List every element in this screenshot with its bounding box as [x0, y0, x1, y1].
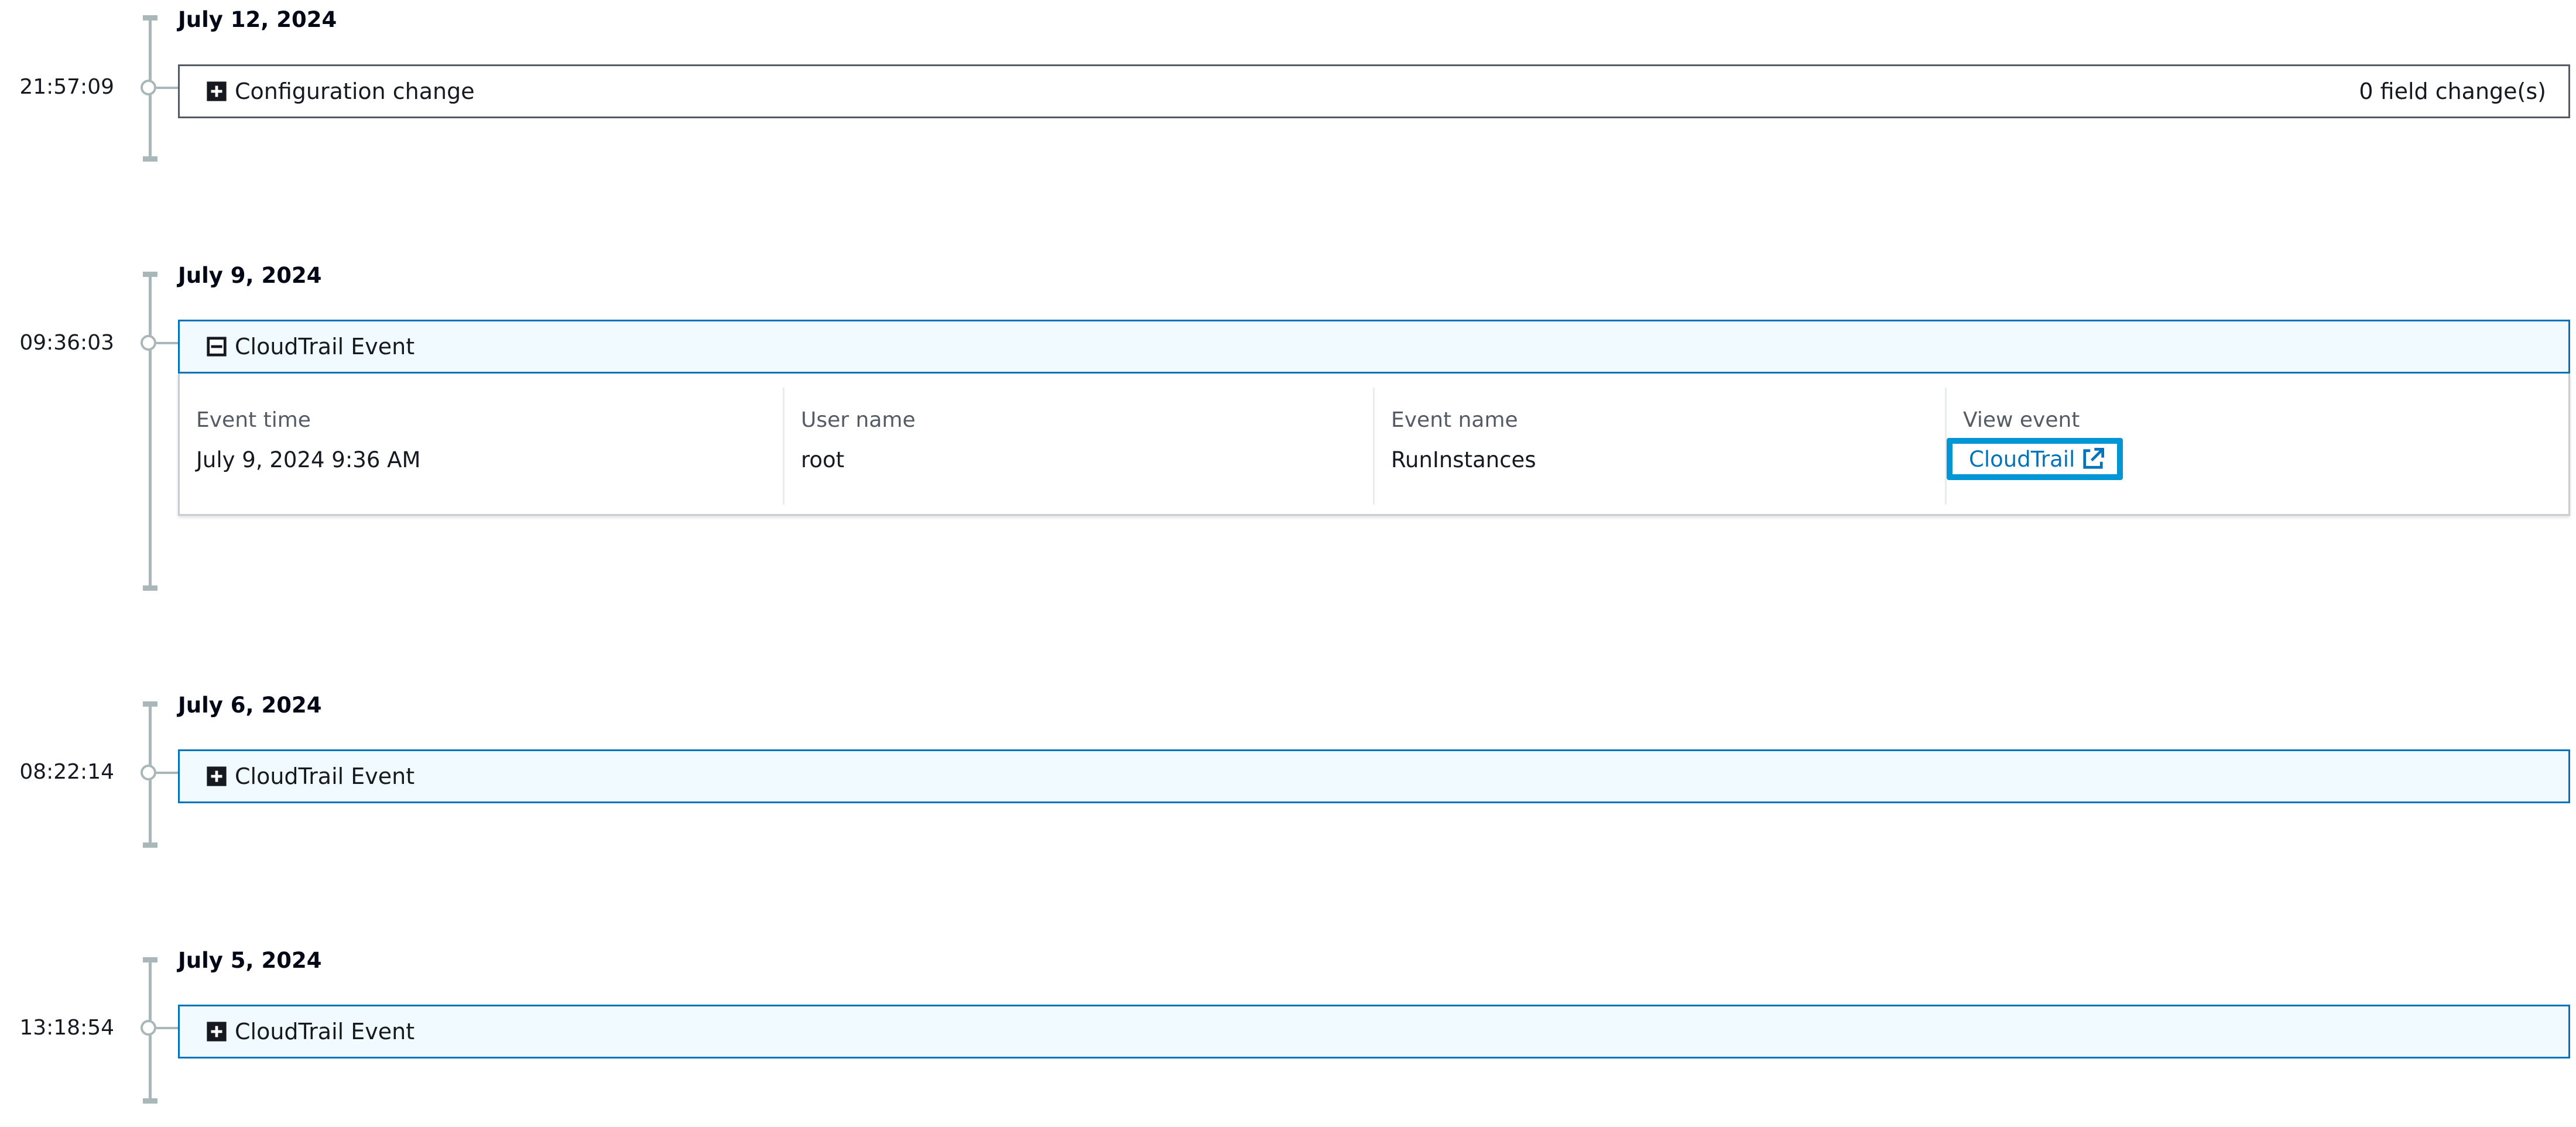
event-time-label: Event time: [196, 408, 311, 432]
timeline-date: July 5, 2024: [178, 948, 322, 973]
event-time: 13:18:54: [19, 1016, 114, 1040]
timeline-date: July 9, 2024: [178, 263, 322, 288]
timeline-end-tick: [143, 585, 157, 591]
event-time-column: Event time July 9, 2024 9:36 AM: [180, 388, 783, 505]
external-link-icon: [2083, 448, 2105, 469]
cloudtrail-event-header[interactable]: CloudTrail Event: [178, 749, 2570, 803]
view-event-column: View event CloudTrail: [1945, 388, 2567, 505]
event-time: 08:22:14: [19, 760, 114, 784]
event-type-label: Configuration change: [235, 78, 475, 104]
timeline-node: [141, 335, 156, 351]
collapse-icon[interactable]: [205, 335, 228, 358]
user-name-column: User name root: [783, 388, 1373, 505]
cloudtrail-link-text: CloudTrail: [1969, 446, 2075, 472]
event-details-panel: Event time July 9, 2024 9:36 AM User nam…: [178, 374, 2570, 516]
timeline-connector: [156, 772, 178, 774]
timeline-line: [149, 272, 152, 591]
expand-icon[interactable]: [205, 1020, 228, 1043]
event-type-label: CloudTrail Event: [235, 763, 415, 789]
timeline-connector: [156, 87, 178, 89]
expand-icon[interactable]: [205, 80, 228, 102]
expand-icon[interactable]: [205, 765, 228, 787]
cloudtrail-event-header[interactable]: CloudTrail Event: [178, 1005, 2570, 1059]
cloudtrail-link[interactable]: CloudTrail: [1947, 438, 2123, 480]
event-name-label: Event name: [1391, 408, 1518, 432]
timeline-connector: [156, 1027, 178, 1029]
timeline-end-tick: [143, 842, 157, 848]
event-type-label: CloudTrail Event: [235, 334, 415, 359]
timeline-node: [141, 1020, 156, 1036]
view-event-label: View event: [1963, 408, 2080, 432]
event-type-label: CloudTrail Event: [235, 1019, 415, 1044]
timeline-node: [141, 80, 156, 95]
event-name-column: Event name RunInstances: [1373, 388, 1945, 505]
timeline-connector: [156, 342, 178, 344]
event-time-value: July 9, 2024 9:36 AM: [196, 447, 421, 472]
field-change-count: 0 field change(s): [2359, 78, 2546, 104]
event-time: 09:36:03: [19, 331, 114, 355]
timeline-date: July 6, 2024: [178, 693, 322, 718]
timeline-date: July 12, 2024: [178, 7, 337, 32]
timeline-node: [141, 765, 156, 780]
configuration-change-header[interactable]: Configuration change 0 field change(s): [178, 64, 2570, 118]
timeline-end-tick: [143, 156, 157, 162]
user-name-value: root: [801, 447, 845, 472]
event-time: 21:57:09: [19, 75, 114, 99]
user-name-label: User name: [801, 408, 916, 432]
timeline-end-tick: [143, 1098, 157, 1104]
cloudtrail-event-header[interactable]: CloudTrail Event: [178, 320, 2570, 374]
event-name-value: RunInstances: [1391, 447, 1536, 472]
